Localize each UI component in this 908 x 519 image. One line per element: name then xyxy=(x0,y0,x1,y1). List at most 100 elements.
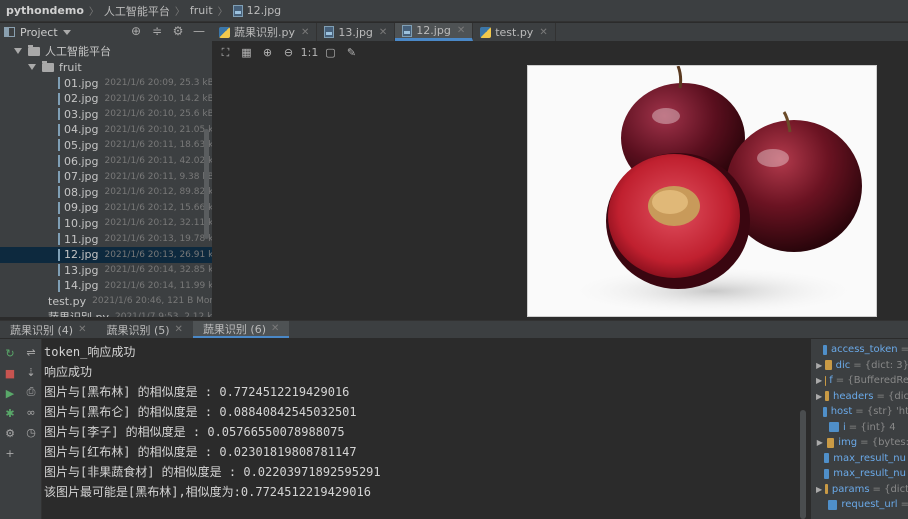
hide-icon[interactable]: — xyxy=(192,24,206,38)
grid-icon[interactable]: ▦ xyxy=(239,45,254,60)
debug-icon[interactable]: ✱ xyxy=(4,407,16,420)
tab-label: 13.jpg xyxy=(338,25,373,39)
close-icon[interactable]: ✕ xyxy=(175,324,183,335)
collapse-all-icon[interactable]: ≑ xyxy=(150,24,164,38)
fit-icon[interactable]: ⛶ xyxy=(218,45,233,60)
console-line: 该图片最可能是[黑布林],相似度为:0.7724512219429016 xyxy=(44,485,371,499)
locate-icon[interactable]: ⊕ xyxy=(129,24,143,38)
variable-value: = {dic xyxy=(876,390,908,402)
tree-file-item[interactable]: 01.jpg 2021/1/6 20:09, 25.3 kB xyxy=(0,75,212,91)
breadcrumb-file[interactable]: 12.jpg xyxy=(247,4,282,17)
breadcrumb-folder[interactable]: 人工智能平台 xyxy=(104,3,170,19)
close-icon[interactable]: ✕ xyxy=(379,27,387,38)
tree-file-item[interactable]: 11.jpg 2021/1/6 20:13, 19.78 kB xyxy=(0,231,212,247)
resume-icon[interactable]: ▶ xyxy=(4,387,16,400)
file-name: 13.jpg xyxy=(64,263,99,277)
expand-arrow-icon[interactable]: ▶ xyxy=(816,485,822,494)
tab-fruit-recognition-py[interactable]: 蔬果识别.py ✕ xyxy=(212,23,318,41)
variable-name: max_result_nu xyxy=(833,452,906,464)
variable-row[interactable]: i = {int} 4 xyxy=(811,420,908,435)
view-variables-icon[interactable]: ∞ xyxy=(24,405,38,419)
variable-row[interactable]: ▶ headers = {dic xyxy=(811,389,908,404)
file-meta: 2021/1/6 20:10, 14.2 kB xyxy=(104,93,212,104)
tab-12-jpg[interactable]: 12.jpg ✕ xyxy=(395,23,474,41)
settings-icon[interactable]: ⚙ xyxy=(4,427,16,440)
tree-file-item[interactable]: 12.jpg 2021/1/6 20:13, 26.91 kB M xyxy=(0,246,212,263)
variable-row[interactable]: access_token= xyxy=(811,342,908,357)
tree-file-item[interactable]: 14.jpg 2021/1/6 20:14, 11.99 kB xyxy=(0,278,212,294)
history-icon[interactable]: ◷ xyxy=(24,425,38,439)
variable-row[interactable]: max_result_nu xyxy=(811,451,908,466)
expand-arrow-icon[interactable]: ▶ xyxy=(816,361,822,370)
tree-scrollbar[interactable] xyxy=(204,129,209,239)
run-tab-4[interactable]: 蔬果识别 (4) ✕ xyxy=(0,321,96,338)
run-tab-5[interactable]: 蔬果识别 (5) ✕ xyxy=(96,321,192,338)
expand-arrow-icon[interactable]: ▶ xyxy=(816,392,822,401)
tree-file-item[interactable]: 蔬果识别.py 2021/1/7 9:53, 2.12 kB M xyxy=(0,309,212,317)
file-meta: 2021/1/6 20:10, 25.6 kB xyxy=(104,109,212,120)
expand-arrow-icon[interactable]: ▶ xyxy=(816,438,824,447)
tree-file-item[interactable]: 04.jpg 2021/1/6 20:10, 21.05 kB xyxy=(0,122,212,138)
tree-file-item[interactable]: 08.jpg 2021/1/6 20:12, 89.82 kB xyxy=(0,184,212,200)
rerun-icon[interactable]: ↻ xyxy=(4,347,16,360)
color-picker-icon[interactable]: ✎ xyxy=(344,45,359,60)
expand-icon[interactable] xyxy=(28,64,36,70)
tree-file-item[interactable]: 13.jpg 2021/1/6 20:14, 32.85 kB M xyxy=(0,262,212,278)
close-icon[interactable]: ✕ xyxy=(457,25,465,36)
tree-file-item[interactable]: 02.jpg 2021/1/6 20:10, 14.2 kB xyxy=(0,91,212,107)
image-viewer: ⛶ ▦ ⊕ ⊖ 1:1 ▢ ✎ xyxy=(212,41,908,317)
image-file-icon xyxy=(58,77,60,89)
variable-type-icon xyxy=(825,360,832,370)
variable-row[interactable]: ▶ params = {dict xyxy=(811,482,908,497)
folder-icon xyxy=(28,44,40,56)
variable-type-icon xyxy=(822,406,827,417)
stop-icon[interactable]: ■ xyxy=(4,367,16,380)
tree-file-item[interactable]: 05.jpg 2021/1/6 20:11, 18.63 kB xyxy=(0,137,212,153)
tree-folder-fruit[interactable]: fruit xyxy=(0,59,212,75)
tab-test-py[interactable]: test.py ✕ xyxy=(473,23,556,41)
console-output: token_响应成功 响应成功 图片与[黑布林] 的相似度是 : 0.77245… xyxy=(42,339,810,519)
project-view-selector[interactable]: Project xyxy=(20,26,58,39)
breadcrumb-subfolder[interactable]: fruit xyxy=(190,4,213,17)
tab-13-jpg[interactable]: 13.jpg ✕ xyxy=(317,23,396,41)
zoom-out-icon[interactable]: ⊖ xyxy=(281,45,296,60)
soft-wrap-icon[interactable]: ⇌ xyxy=(24,345,38,359)
variable-row[interactable]: host = {str} 'ht xyxy=(811,404,908,419)
tree-file-item[interactable]: 09.jpg 2021/1/6 20:12, 15.66 kB xyxy=(0,200,212,216)
variable-name: i xyxy=(843,421,846,433)
chevron-down-icon[interactable] xyxy=(62,29,71,35)
variable-row[interactable]: request_url= xyxy=(811,497,908,512)
actual-size-button[interactable]: 1:1 xyxy=(301,45,319,60)
tree-file-item[interactable]: 03.jpg 2021/1/6 20:10, 25.6 kB xyxy=(0,106,212,122)
tree-file-item[interactable]: 07.jpg 2021/1/6 20:11, 9.38 kB xyxy=(0,169,212,185)
variable-row[interactable]: max_result_nu xyxy=(811,466,908,481)
close-icon[interactable]: ✕ xyxy=(271,323,279,334)
variable-row[interactable]: ▶ img = {bytes: xyxy=(811,435,908,450)
file-name: 04.jpg xyxy=(64,123,99,137)
gear-icon[interactable]: ⚙ xyxy=(171,24,185,38)
print-icon[interactable]: ⎙ xyxy=(24,385,38,399)
console-scrollbar[interactable] xyxy=(800,410,806,519)
console-line: 响应成功 xyxy=(44,365,93,379)
variable-row[interactable]: ▶ dic = {dict: 3} xyxy=(811,358,908,373)
tab-label: 12.jpg xyxy=(416,24,451,37)
breadcrumb-project[interactable]: pythondemo xyxy=(6,4,84,17)
add-icon[interactable]: + xyxy=(4,447,16,460)
expand-icon[interactable] xyxy=(14,48,22,54)
close-icon[interactable]: ✕ xyxy=(539,27,547,38)
variable-name: params xyxy=(831,483,870,495)
tree-file-item[interactable]: 06.jpg 2021/1/6 20:11, 42.02 kB xyxy=(0,153,212,169)
close-icon[interactable]: ✕ xyxy=(78,324,86,335)
chessboard-icon[interactable]: ▢ xyxy=(323,45,338,60)
tree-file-item[interactable]: 10.jpg 2021/1/6 20:12, 32.11 kB xyxy=(0,215,212,231)
variable-row[interactable]: ▶ f = {BufferedRe xyxy=(811,373,908,388)
zoom-in-icon[interactable]: ⊕ xyxy=(260,45,275,60)
folder-label: fruit xyxy=(59,60,82,74)
console-line: 图片与[红布林] 的相似度是 : 0.02301819808781147 xyxy=(44,445,357,459)
scroll-to-end-icon[interactable]: ⇣ xyxy=(24,365,38,379)
run-tab-6[interactable]: 蔬果识别 (6) ✕ xyxy=(192,321,290,338)
expand-arrow-icon[interactable]: ▶ xyxy=(816,376,822,385)
close-icon[interactable]: ✕ xyxy=(301,27,309,38)
tree-file-item[interactable]: test.py 2021/1/6 20:46, 121 B Mome xyxy=(0,293,212,309)
tree-folder-ai-platform[interactable]: 人工智能平台 xyxy=(0,43,212,59)
